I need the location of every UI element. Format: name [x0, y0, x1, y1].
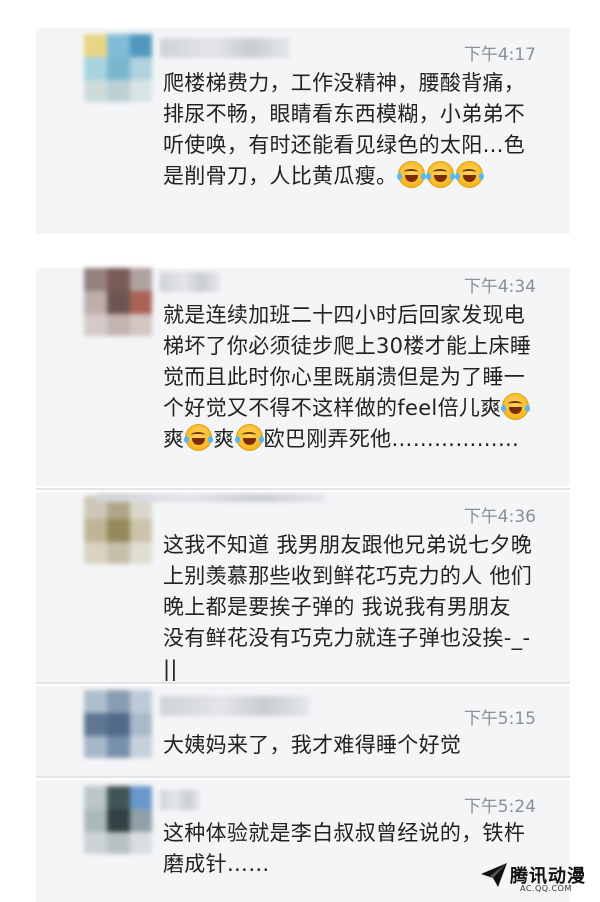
message-text: 大姨妈来了，我才难得睡个好觉 — [163, 733, 462, 757]
message-text-part: 爽 — [213, 427, 235, 451]
sender-name — [160, 696, 310, 716]
tencent-comic-watermark: 腾讯动漫 AC.QQ.COM — [480, 858, 590, 898]
tear-drop — [501, 405, 507, 412]
tears-of-joy-emoji — [234, 424, 264, 451]
paper-plane-icon — [481, 863, 507, 887]
message-text: 这我不知道 我男朋友跟他兄弟说七夕晚上别羡慕那些收到鲜花巧克力的人 他们晚上都是… — [163, 533, 533, 681]
sender-name — [96, 494, 326, 502]
message-text: 就是连续加班二十四小时后回家发现电梯坏了你必须徒步爬上30楼才能上床睡觉而且此时… — [163, 300, 533, 455]
message-text: 爬楼梯费力，工作没精神，腰酸背痛，排尿不畅，眼睛看东西模糊，小弟弟不听使唤，有时… — [163, 68, 533, 192]
message-time: 下午4:17 — [463, 45, 536, 65]
tears-of-joy-emoji — [455, 161, 485, 188]
message-text-part: 欧巴刚弄死他……………… — [263, 427, 520, 451]
tear-drop — [184, 436, 190, 443]
tears-of-joy-emoji — [397, 161, 427, 188]
sender-name — [160, 38, 290, 58]
tear-drop — [479, 173, 485, 180]
avatar[interactable] — [84, 34, 152, 102]
message-time: 下午4:34 — [463, 277, 536, 297]
message-time: 下午4:36 — [463, 507, 536, 527]
watermark-url: AC.QQ.COM — [520, 884, 572, 893]
message-text-part: 爽 — [163, 427, 185, 451]
tear-drop — [258, 436, 264, 443]
tears-of-joy-emoji — [426, 161, 456, 188]
tear-drop — [234, 436, 240, 443]
divider — [36, 682, 570, 684]
avatar[interactable] — [84, 268, 152, 336]
tear-drop — [525, 405, 531, 412]
tears-of-joy-emoji — [501, 393, 531, 420]
avatar[interactable] — [84, 690, 152, 758]
divider — [36, 776, 570, 778]
tears-of-joy-emoji — [184, 424, 214, 451]
sender-name — [160, 272, 220, 292]
message-text: 这种体验就是李白叔叔曾经说的，铁杵磨成针…… — [163, 821, 526, 876]
tear-drop — [397, 173, 403, 180]
tear-drop — [455, 173, 461, 180]
sender-name — [160, 790, 200, 810]
message-text-body: 就是连续加班二十四小时后回家发现电梯坏了你必须徒步爬上30楼才能上床睡觉而且此时… — [163, 303, 532, 420]
tear-drop — [426, 173, 432, 180]
divider — [36, 488, 570, 490]
message-time: 下午5:24 — [463, 797, 536, 817]
avatar[interactable] — [84, 496, 152, 564]
avatar[interactable] — [84, 786, 152, 854]
message-time: 下午5:15 — [463, 709, 536, 729]
